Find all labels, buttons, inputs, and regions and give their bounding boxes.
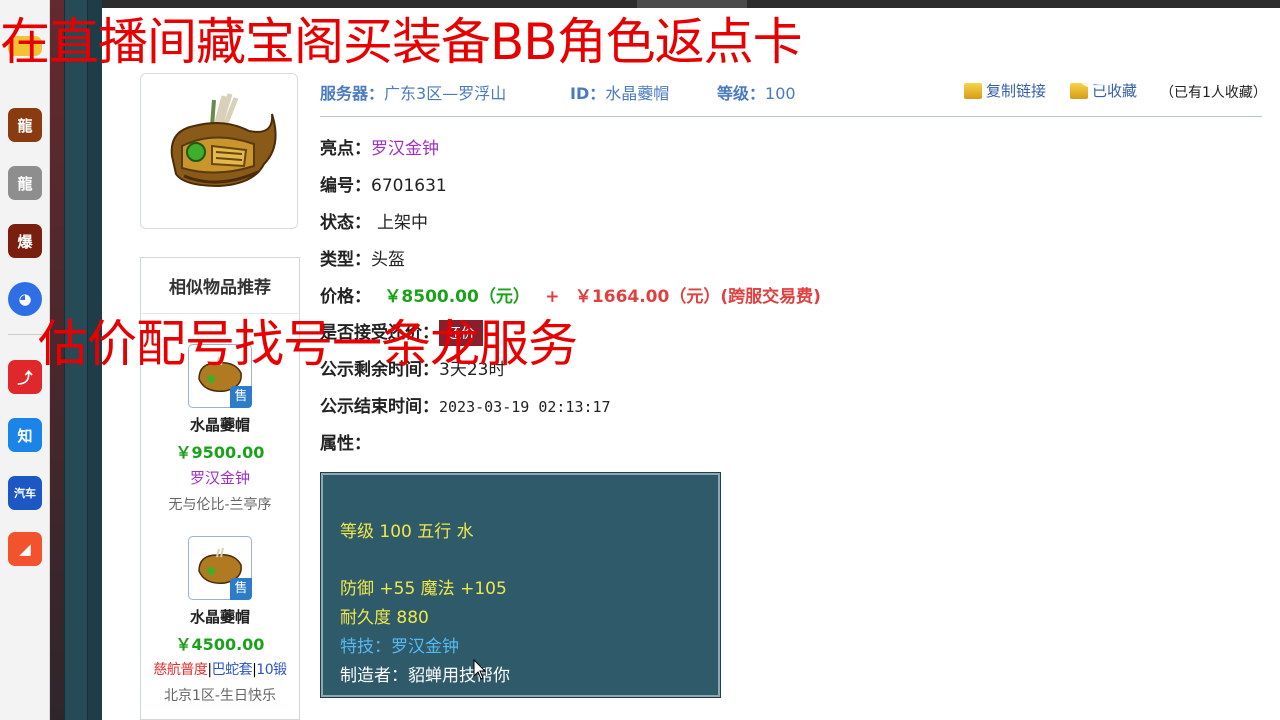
copy-link-button[interactable]: 复制链接 xyxy=(964,80,1046,101)
header-divider xyxy=(320,116,1262,117)
status-row: 状态： 上架中 xyxy=(320,208,428,233)
level-value: 100 xyxy=(765,84,796,103)
stream-overlay-middle: 估价配号找号一条龙服务 xyxy=(38,315,578,373)
recommend-item-name[interactable]: 水晶虁帽 xyxy=(141,606,299,627)
highlight-row: 亮点：罗汉金钟 xyxy=(320,134,439,159)
watermark-text: CC直播 xyxy=(1184,18,1247,39)
recommend-item-server: 北京1区-生日快乐 xyxy=(164,688,276,704)
price-fee: ￥1664.00（元）(跨服交易费) xyxy=(574,287,821,307)
level-info: 等级：100 xyxy=(717,80,796,104)
recommend-item-tags: 慈航普度|巴蛇套|10锻 xyxy=(141,659,299,679)
cc-live-watermark-small: CC直播 xyxy=(1156,14,1246,40)
page-tab[interactable] xyxy=(637,0,747,8)
stream-overlay-top: 在直播间藏宝阁买装备BB角色返点卡 xyxy=(0,13,803,71)
long-game-app-icon[interactable]: 龍 xyxy=(8,166,42,200)
attributes-row: 属性： xyxy=(320,429,371,454)
price-plus: + xyxy=(545,287,560,307)
baidu-app-icon[interactable]: ◕ xyxy=(8,282,42,316)
recommend-item-price: ￥9500.00 xyxy=(175,443,265,462)
recommend-item-image[interactable]: 售 xyxy=(188,536,252,600)
recommend-item-server: 无与伦比-兰亭序 xyxy=(168,497,272,513)
attr-defense-line: 防御 +55 魔法 +105 xyxy=(340,579,507,599)
helmet-icon xyxy=(170,93,277,188)
server-label: 服务器： xyxy=(320,84,385,103)
number-label: 编号： xyxy=(320,176,371,196)
dragon-game-app-icon[interactable]: 龍 xyxy=(8,108,42,142)
sports-app-icon[interactable]: ⤴ xyxy=(8,360,42,394)
price-label: 价格： xyxy=(320,287,371,307)
highlight-label: 亮点： xyxy=(320,139,371,159)
end-time-value: 2023-03-19 02:13:17 xyxy=(439,398,611,416)
attr-level-line: 等级 100 五行 水 xyxy=(340,522,474,542)
recommend-item-name[interactable]: 水晶虁帽 xyxy=(141,414,299,435)
recommend-item-2[interactable]: 售 水晶虁帽 ￥4500.00 慈航普度|巴蛇套|10锻 北京1区-生日快乐 xyxy=(141,536,299,705)
id-info: ID：水晶虁帽 xyxy=(570,80,669,104)
id-label: ID： xyxy=(570,84,606,103)
sell-badge: 售 xyxy=(230,386,252,408)
status-label: 状态： xyxy=(320,213,371,233)
car-app-icon[interactable]: 汽车 xyxy=(8,476,42,510)
highlight-value: 罗汉金钟 xyxy=(371,139,439,159)
id-value: 水晶虁帽 xyxy=(605,84,670,103)
attributes-label: 属性： xyxy=(320,434,371,454)
cc-live-watermark-large: CC直播 xyxy=(1074,48,1217,88)
page-top-bar xyxy=(102,0,1280,8)
attr-durability-line: 耐久度 880 xyxy=(340,608,429,628)
number-value: 6701631 xyxy=(371,176,447,196)
cc-logo-icon xyxy=(1156,16,1178,38)
similar-items-title: 相似物品推荐 xyxy=(141,258,299,314)
end-time-label: 公示结束时间： xyxy=(320,397,439,417)
attr-skill-line: 特技：罗汉金钟 xyxy=(340,637,459,657)
copy-link-icon xyxy=(964,82,982,99)
watermark-text: CC直播 xyxy=(1120,53,1218,86)
recommend-item-price: ￥4500.00 xyxy=(175,635,265,654)
dock-separator xyxy=(8,334,42,335)
bao-game-app-icon[interactable]: 爆 xyxy=(8,224,42,258)
server-value: 广东3区—罗浮山 xyxy=(384,84,507,103)
tag-forge: 10锻 xyxy=(256,662,287,678)
server-info: 服务器：广东3区—罗浮山 xyxy=(320,80,506,104)
type-row: 类型：头盔 xyxy=(320,245,405,270)
item-image xyxy=(140,73,298,229)
recommend-item-highlight: 罗汉金钟 xyxy=(189,469,250,487)
mouse-cursor-icon xyxy=(473,659,487,680)
attributes-box: 等级 100 五行 水 防御 +55 魔法 +105 耐久度 880 特技：罗汉… xyxy=(320,472,721,698)
status-value: 上架中 xyxy=(377,213,428,233)
end-time-row: 公示结束时间：2023-03-19 02:13:17 xyxy=(320,392,611,417)
cc-logo-icon xyxy=(1074,48,1114,88)
number-row: 编号：6701631 xyxy=(320,171,447,196)
flag-app-icon[interactable]: ◢ xyxy=(8,532,42,566)
tag-bashe: 巴蛇套 xyxy=(211,662,253,678)
type-label: 类型： xyxy=(320,250,371,270)
level-label: 等级： xyxy=(717,84,766,103)
tag-cihang: 慈航普度 xyxy=(153,662,208,678)
copy-link-label: 复制链接 xyxy=(986,82,1047,100)
price-main: ￥8500.00（元） xyxy=(384,287,530,307)
price-row: 价格： ￥8500.00（元） + ￥1664.00（元）(跨服交易费) xyxy=(320,282,821,307)
type-value: 头盔 xyxy=(371,250,405,270)
zhihu-app-icon[interactable]: 知 xyxy=(8,418,42,452)
sell-badge: 售 xyxy=(230,578,252,600)
